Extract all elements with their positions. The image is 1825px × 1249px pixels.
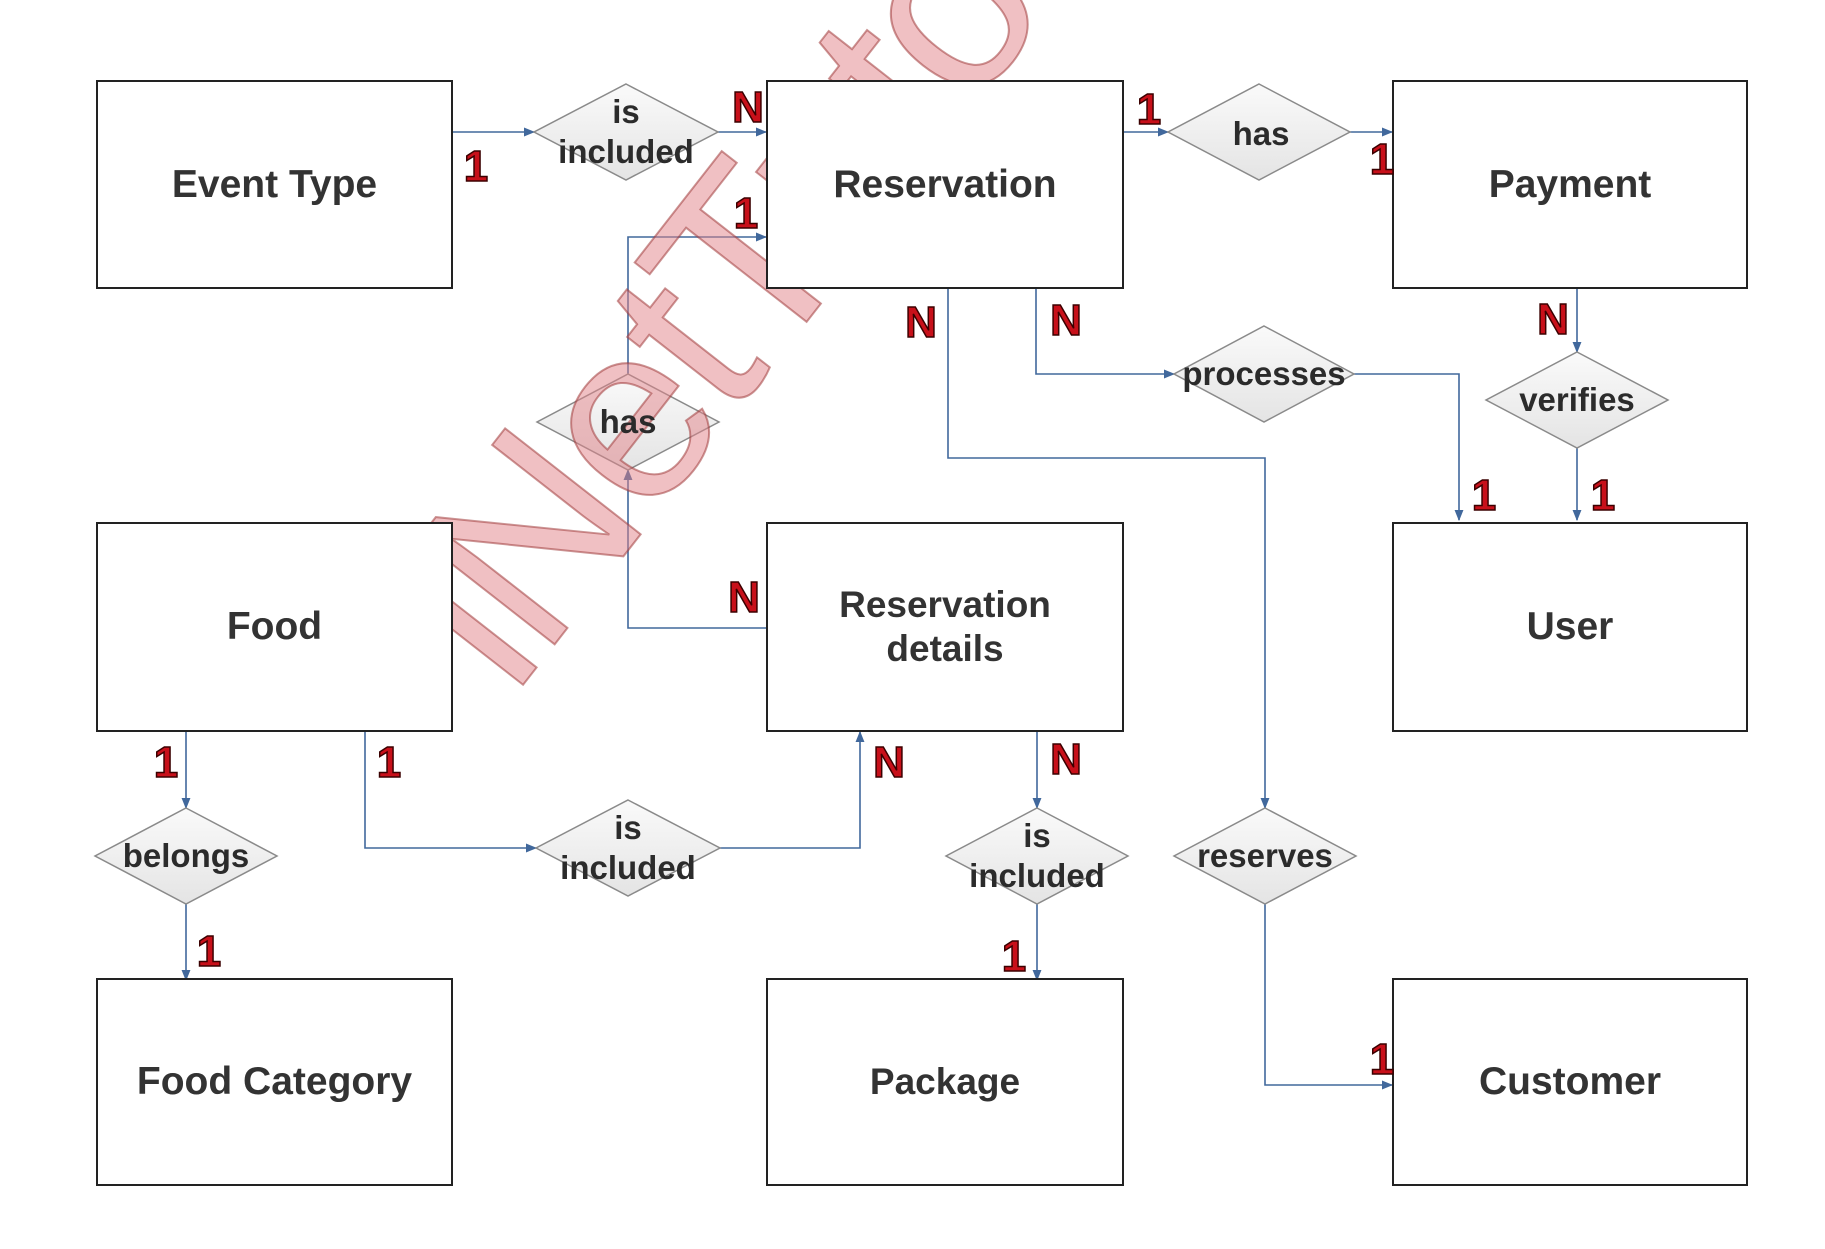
- entity-reservation-details[interactable]: Reservation details: [766, 522, 1124, 732]
- entity-label: Customer: [1478, 1060, 1662, 1103]
- relationship-label-is-included[interactable]: is included: [558, 92, 694, 172]
- entity-package[interactable]: Package: [766, 978, 1124, 1186]
- entity-label: Event Type: [171, 162, 378, 206]
- entity-reservation[interactable]: Reservation: [766, 80, 1124, 289]
- entity-label: Reservation details: [839, 584, 1051, 669]
- cardinality-label: 1: [1471, 471, 1497, 520]
- cardinality-label: 1: [376, 738, 402, 787]
- entity-label: Food Category: [136, 1060, 413, 1103]
- entity-food-category[interactable]: Food Category: [96, 978, 453, 1186]
- er-diagram-canvas: iNetTutor.com Event Type Reservation Pay…: [0, 0, 1825, 1249]
- entity-food[interactable]: Food: [96, 522, 453, 732]
- cardinality-label: 1: [196, 927, 222, 976]
- relationship-label-has[interactable]: has: [600, 402, 657, 442]
- cardinality-label: N: [872, 738, 905, 787]
- entity-label: Package: [869, 1061, 1021, 1102]
- relationship-label-processes[interactable]: processes: [1182, 354, 1345, 394]
- entity-event-type[interactable]: Event Type: [96, 80, 453, 289]
- entity-label: Food: [226, 605, 323, 648]
- cardinality-label: 1: [1369, 1035, 1395, 1084]
- cardinality-label: N: [727, 573, 760, 622]
- cardinality-label: 1: [1001, 932, 1027, 981]
- relationship-label-has[interactable]: has: [1233, 114, 1290, 154]
- cardinality-label: N: [731, 83, 764, 132]
- entity-user[interactable]: User: [1392, 522, 1748, 732]
- relationship-label-belongs[interactable]: belongs: [123, 836, 250, 876]
- relationship-label-reserves[interactable]: reserves: [1197, 836, 1333, 876]
- cardinality-label: 1: [1136, 85, 1162, 134]
- relationship-label-verifies[interactable]: verifies: [1519, 380, 1635, 420]
- entity-label: Reservation: [833, 162, 1057, 206]
- cardinality-label: N: [1536, 295, 1569, 344]
- connector-processes-user: [1354, 373, 1464, 522]
- connector-isincluded-details: [720, 730, 865, 849]
- cardinality-label: 1: [1369, 135, 1395, 184]
- relationship-label-is-included[interactable]: is included: [560, 808, 696, 888]
- cardinality-label: 1: [733, 189, 759, 238]
- entity-label: Payment: [1488, 162, 1652, 206]
- cardinality-label: N: [1049, 296, 1082, 345]
- cardinality-label: 1: [153, 738, 179, 787]
- entity-payment[interactable]: Payment: [1392, 80, 1748, 289]
- entity-label: User: [1526, 605, 1614, 648]
- cardinality-label: N: [904, 298, 937, 347]
- cardinality-label: N: [1049, 735, 1082, 784]
- relationship-label-is-included[interactable]: is included: [969, 816, 1105, 896]
- cardinality-label: 1: [1590, 471, 1616, 520]
- entity-customer[interactable]: Customer: [1392, 978, 1748, 1186]
- cardinality-label: 1: [463, 142, 489, 191]
- connector-has-reservation: [627, 232, 768, 374]
